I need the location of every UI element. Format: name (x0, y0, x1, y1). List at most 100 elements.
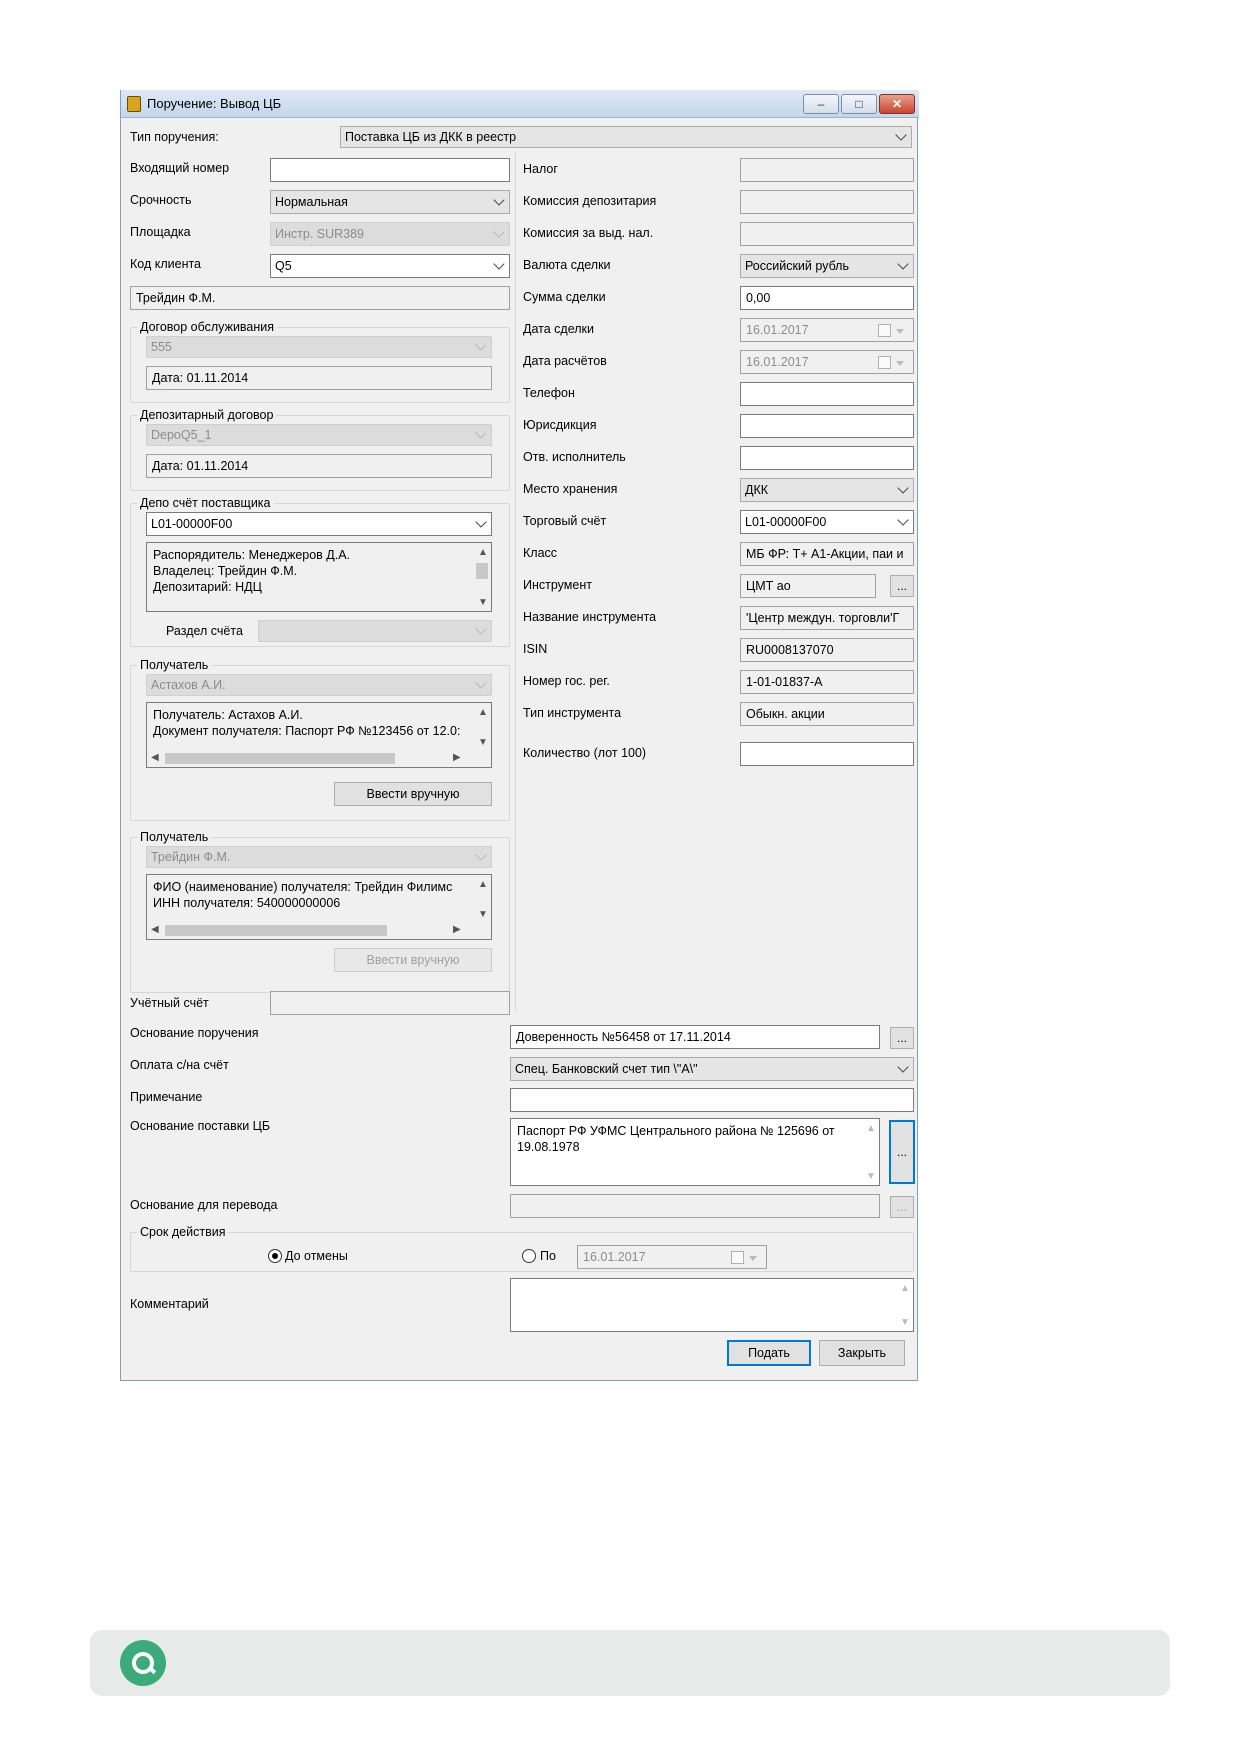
recipient-memo-2[interactable]: ФИО (наименование) получателя: Трейдин Ф… (146, 874, 492, 940)
manual-entry-button-2: Ввести вручную (334, 948, 492, 972)
chevron-down-icon (475, 427, 487, 439)
supplier-account-select[interactable]: L01-00000F00 (146, 512, 492, 536)
reg-number-label: Номер гос. рег. (523, 674, 610, 688)
depo-contract-select: DepoQ5_1 (146, 424, 492, 446)
depo-contract-value: DepoQ5_1 (151, 428, 212, 442)
amount-field[interactable]: 0,00 (740, 286, 914, 310)
trade-account-label: Торговый счёт (523, 514, 607, 528)
quantity-field[interactable] (740, 742, 914, 766)
incoming-number-label: Входящий номер (130, 161, 230, 175)
order-type-value: Поставка ЦБ из ДКК в реестр (345, 130, 517, 144)
incoming-number-field[interactable] (270, 158, 510, 182)
client-code-value: Q5 (275, 259, 292, 273)
maximize-button[interactable]: □ (841, 94, 877, 114)
delivery-basis-browse-button[interactable]: ... (889, 1120, 915, 1184)
supplier-account-value: L01-00000F00 (151, 517, 233, 531)
scroll-right-icon: ▶ (453, 752, 461, 763)
jurisdiction-field[interactable] (740, 414, 914, 438)
chevron-down-icon (475, 849, 487, 861)
depo-fee-label: Комиссия депозитария (523, 194, 657, 208)
chevron-down-icon (895, 129, 907, 141)
trade-account-select[interactable]: L01-00000F00 (740, 510, 914, 534)
cash-fee-label: Комиссия за выд. нал. (523, 226, 654, 240)
scroll-up-icon: ▲ (478, 547, 488, 558)
payment-select[interactable]: Спец. Банковский счет тип \"А\" (510, 1057, 914, 1081)
chevron-down-icon (475, 677, 487, 689)
recipient-value-2: Трейдин Ф.М. (151, 850, 231, 864)
window-title: Поручение: Вывод ЦБ (147, 96, 282, 111)
delivery-basis-memo[interactable]: Паспорт РФ УФМС Центрального района № 12… (510, 1118, 880, 1186)
urgency-select[interactable]: Нормальная (270, 190, 510, 214)
storage-value: ДКК (745, 483, 769, 497)
scroll-right-icon: ▶ (453, 924, 461, 935)
scroll-down-icon: ▼ (478, 909, 488, 920)
platform-select: Инстр. SUR389 (270, 222, 510, 246)
storage-select[interactable]: ДКК (740, 478, 914, 502)
instrument-browse-button[interactable]: ... (890, 575, 914, 597)
horizontal-scrollbar[interactable]: ◀ ▶ (147, 750, 491, 767)
client-code-label: Код клиента (130, 257, 202, 271)
scroll-thumb[interactable] (476, 563, 488, 579)
depo-contract-title: Депозитарный договор (137, 408, 277, 422)
memo-line: Документ получателя: Паспорт РФ №123456 … (153, 724, 461, 738)
vertical-scrollbar[interactable]: ▲ ▼ (474, 875, 491, 923)
memo-line: Депозитарий: НДЦ (153, 580, 262, 594)
dropdown-arrow-icon (749, 1256, 757, 1261)
minimize-button[interactable]: ‒ (803, 94, 839, 114)
supplier-account-memo[interactable]: Распорядитель: Менеджеров Д.А. Владелец:… (146, 542, 492, 612)
basis-field[interactable]: Доверенность №56458 от 17.11.2014 (510, 1025, 880, 1049)
scroll-left-icon: ◀ (151, 924, 159, 935)
scroll-down-icon: ▼ (478, 597, 488, 608)
title-bar[interactable]: Поручение: Вывод ЦБ ‒ □ ✕ (121, 90, 919, 118)
submit-button[interactable]: Подать (727, 1340, 811, 1366)
transfer-basis-field (510, 1194, 880, 1218)
deal-date-label: Дата сделки (523, 322, 594, 336)
manual-entry-button-1[interactable]: Ввести вручную (334, 782, 492, 806)
phone-field[interactable] (740, 382, 914, 406)
note-field[interactable] (510, 1088, 914, 1112)
validity-title: Срок действия (137, 1225, 229, 1239)
client-name-field: Трейдин Ф.М. (130, 286, 510, 310)
close-window-button[interactable]: ✕ (879, 94, 915, 114)
dropdown-arrow-icon (896, 361, 904, 366)
until-cancel-label[interactable]: До отмены (285, 1248, 348, 1264)
comment-field[interactable]: ▲ ▼ (510, 1278, 914, 1332)
cash-fee-field (740, 222, 914, 246)
currency-select[interactable]: Российский рубль (740, 254, 914, 278)
chevron-down-icon (493, 258, 505, 270)
recipient-memo-1[interactable]: Получатель: Астахов А.И. Документ получа… (146, 702, 492, 768)
recipient-title-1: Получатель (137, 658, 212, 672)
chevron-down-icon (475, 623, 487, 635)
comment-label: Комментарий (130, 1297, 209, 1311)
executor-field[interactable] (740, 446, 914, 470)
basis-browse-button[interactable]: ... (890, 1027, 914, 1049)
chevron-down-icon (897, 514, 909, 526)
by-date-field: 16.01.2017 (577, 1245, 767, 1269)
trade-account-value: L01-00000F00 (745, 515, 827, 529)
order-type-select[interactable]: Поставка ЦБ из ДКК в реестр (340, 126, 912, 148)
urgency-label: Срочность (130, 193, 192, 207)
by-date-label[interactable]: По (540, 1248, 556, 1264)
column-divider (515, 152, 516, 1012)
scroll-thumb[interactable] (165, 925, 387, 936)
depo-contract-date: Дата: 01.11.2014 (146, 454, 492, 478)
chevron-down-icon (475, 516, 487, 528)
scroll-up-icon: ▲ (866, 1123, 876, 1134)
executor-label: Отв. исполнитель (523, 450, 626, 464)
calendar-icon (878, 356, 891, 369)
memo-line: Владелец: Трейдин Ф.М. (153, 564, 298, 578)
memo-line: ИНН получателя: 540000000006 (153, 896, 341, 910)
vertical-scrollbar[interactable]: ▲ ▼ (862, 1119, 879, 1185)
until-cancel-radio[interactable] (268, 1249, 282, 1263)
by-date-value: 16.01.2017 (583, 1250, 646, 1264)
vertical-scrollbar[interactable]: ▲ ▼ (896, 1279, 913, 1331)
horizontal-scrollbar[interactable]: ◀ ▶ (147, 922, 491, 939)
logo-icon (120, 1640, 166, 1686)
vertical-scrollbar[interactable]: ▲ ▼ (474, 543, 491, 611)
vertical-scrollbar[interactable]: ▲ ▼ (474, 703, 491, 751)
by-date-radio[interactable] (522, 1249, 536, 1263)
scroll-thumb[interactable] (165, 753, 395, 764)
close-button[interactable]: Закрыть (819, 1340, 905, 1366)
client-code-select[interactable]: Q5 (270, 254, 510, 278)
currency-value: Российский рубль (745, 259, 849, 273)
